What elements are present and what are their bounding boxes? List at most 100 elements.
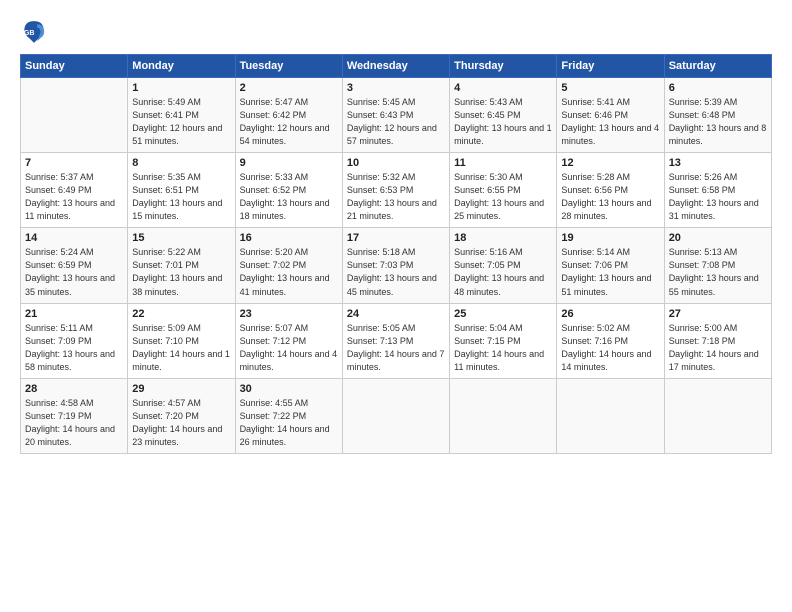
day-cell: 27 Sunrise: 5:00 AMSunset: 7:18 PMDayligh… — [664, 303, 771, 378]
day-cell: 9 Sunrise: 5:33 AMSunset: 6:52 PMDaylight… — [235, 153, 342, 228]
day-info: Sunrise: 5:47 AMSunset: 6:42 PMDaylight:… — [240, 96, 338, 148]
svg-text:GB: GB — [24, 30, 35, 37]
day-info: Sunrise: 5:20 AMSunset: 7:02 PMDaylight:… — [240, 246, 338, 298]
day-cell: 2 Sunrise: 5:47 AMSunset: 6:42 PMDaylight… — [235, 78, 342, 153]
day-cell — [342, 378, 449, 453]
day-cell: 28 Sunrise: 4:58 AMSunset: 7:19 PMDayligh… — [21, 378, 128, 453]
day-info: Sunrise: 5:11 AMSunset: 7:09 PMDaylight:… — [25, 322, 123, 374]
week-row-4: 21Sunrise: 5:11 AMSunset: 7:09 PMDayligh… — [21, 303, 772, 378]
calendar-page: GB SundayMondayTuesdayWednesdayThursdayF… — [0, 0, 792, 612]
day-cell: 29 Sunrise: 4:57 AMSunset: 7:20 PMDayligh… — [128, 378, 235, 453]
logo-icon: GB — [20, 18, 48, 46]
day-number: 18 — [454, 232, 552, 244]
day-number: 30 — [240, 383, 338, 395]
day-number: 11 — [454, 157, 552, 169]
day-cell: 23 Sunrise: 5:07 AMSunset: 7:12 PMDayligh… — [235, 303, 342, 378]
day-info: Sunrise: 5:22 AMSunset: 7:01 PMDaylight:… — [132, 246, 230, 298]
day-info: Sunrise: 5:30 AMSunset: 6:55 PMDaylight:… — [454, 171, 552, 223]
day-info: Sunrise: 4:55 AMSunset: 7:22 PMDaylight:… — [240, 397, 338, 449]
day-info: Sunrise: 4:57 AMSunset: 7:20 PMDaylight:… — [132, 397, 230, 449]
day-number: 15 — [132, 232, 230, 244]
day-number: 23 — [240, 308, 338, 320]
day-cell — [450, 378, 557, 453]
day-cell: 20 Sunrise: 5:13 AMSunset: 7:08 PMDayligh… — [664, 228, 771, 303]
day-info: Sunrise: 5:18 AMSunset: 7:03 PMDaylight:… — [347, 246, 445, 298]
day-info: Sunrise: 5:49 AMSunset: 6:41 PMDaylight:… — [132, 96, 230, 148]
day-number: 25 — [454, 308, 552, 320]
day-info: Sunrise: 5:43 AMSunset: 6:45 PMDaylight:… — [454, 96, 552, 148]
day-cell: 12Sunrise: 5:28 AMSunset: 6:56 PMDayligh… — [557, 153, 664, 228]
day-number: 16 — [240, 232, 338, 244]
day-cell: 17Sunrise: 5:18 AMSunset: 7:03 PMDayligh… — [342, 228, 449, 303]
header: GB — [20, 18, 772, 46]
day-info: Sunrise: 5:37 AMSunset: 6:49 PMDaylight:… — [25, 171, 123, 223]
day-cell: 7Sunrise: 5:37 AMSunset: 6:49 PMDaylight… — [21, 153, 128, 228]
day-info: Sunrise: 4:58 AMSunset: 7:19 PMDaylight:… — [25, 397, 123, 449]
day-cell: 6 Sunrise: 5:39 AMSunset: 6:48 PMDaylight… — [664, 78, 771, 153]
day-info: Sunrise: 5:05 AMSunset: 7:13 PMDaylight:… — [347, 322, 445, 374]
day-info: Sunrise: 5:24 AMSunset: 6:59 PMDaylight:… — [25, 246, 123, 298]
header-cell-saturday: Saturday — [664, 55, 771, 78]
day-cell: 22 Sunrise: 5:09 AMSunset: 7:10 PMDayligh… — [128, 303, 235, 378]
calendar-body: 1Sunrise: 5:49 AMSunset: 6:41 PMDaylight… — [21, 78, 772, 454]
day-info: Sunrise: 5:14 AMSunset: 7:06 PMDaylight:… — [561, 246, 659, 298]
day-number: 3 — [347, 82, 445, 94]
week-row-1: 1Sunrise: 5:49 AMSunset: 6:41 PMDaylight… — [21, 78, 772, 153]
header-cell-friday: Friday — [557, 55, 664, 78]
day-info: Sunrise: 5:09 AMSunset: 7:10 PMDaylight:… — [132, 322, 230, 374]
calendar-header: SundayMondayTuesdayWednesdayThursdayFrid… — [21, 55, 772, 78]
day-info: Sunrise: 5:41 AMSunset: 6:46 PMDaylight:… — [561, 96, 659, 148]
header-cell-sunday: Sunday — [21, 55, 128, 78]
day-cell: 21Sunrise: 5:11 AMSunset: 7:09 PMDayligh… — [21, 303, 128, 378]
day-info: Sunrise: 5:16 AMSunset: 7:05 PMDaylight:… — [454, 246, 552, 298]
day-cell: 15 Sunrise: 5:22 AMSunset: 7:01 PMDayligh… — [128, 228, 235, 303]
day-number: 4 — [454, 82, 552, 94]
header-cell-thursday: Thursday — [450, 55, 557, 78]
day-number: 9 — [240, 157, 338, 169]
day-info: Sunrise: 5:35 AMSunset: 6:51 PMDaylight:… — [132, 171, 230, 223]
day-cell — [21, 78, 128, 153]
day-number: 14 — [25, 232, 123, 244]
day-number: 28 — [25, 383, 123, 395]
header-cell-wednesday: Wednesday — [342, 55, 449, 78]
day-number: 26 — [561, 308, 659, 320]
day-info: Sunrise: 5:39 AMSunset: 6:48 PMDaylight:… — [669, 96, 767, 148]
day-cell — [664, 378, 771, 453]
day-info: Sunrise: 5:13 AMSunset: 7:08 PMDaylight:… — [669, 246, 767, 298]
day-cell: 19 Sunrise: 5:14 AMSunset: 7:06 PMDayligh… — [557, 228, 664, 303]
day-number: 10 — [347, 157, 445, 169]
day-info: Sunrise: 5:00 AMSunset: 7:18 PMDaylight:… — [669, 322, 767, 374]
week-row-3: 14 Sunrise: 5:24 AMSunset: 6:59 PMDayligh… — [21, 228, 772, 303]
day-number: 24 — [347, 308, 445, 320]
day-number: 5 — [561, 82, 659, 94]
day-number: 8 — [132, 157, 230, 169]
logo: GB — [20, 18, 52, 46]
day-cell: 3Sunrise: 5:45 AMSunset: 6:43 PMDaylight… — [342, 78, 449, 153]
day-cell: 8 Sunrise: 5:35 AMSunset: 6:51 PMDaylight… — [128, 153, 235, 228]
day-number: 2 — [240, 82, 338, 94]
day-cell: 30 Sunrise: 4:55 AMSunset: 7:22 PMDayligh… — [235, 378, 342, 453]
day-cell: 16 Sunrise: 5:20 AMSunset: 7:02 PMDayligh… — [235, 228, 342, 303]
day-number: 27 — [669, 308, 767, 320]
day-number: 6 — [669, 82, 767, 94]
day-info: Sunrise: 5:33 AMSunset: 6:52 PMDaylight:… — [240, 171, 338, 223]
day-number: 29 — [132, 383, 230, 395]
day-info: Sunrise: 5:26 AMSunset: 6:58 PMDaylight:… — [669, 171, 767, 223]
day-cell: 18 Sunrise: 5:16 AMSunset: 7:05 PMDayligh… — [450, 228, 557, 303]
day-info: Sunrise: 5:02 AMSunset: 7:16 PMDaylight:… — [561, 322, 659, 374]
day-info: Sunrise: 5:32 AMSunset: 6:53 PMDaylight:… — [347, 171, 445, 223]
week-row-5: 28 Sunrise: 4:58 AMSunset: 7:19 PMDayligh… — [21, 378, 772, 453]
day-info: Sunrise: 5:07 AMSunset: 7:12 PMDaylight:… — [240, 322, 338, 374]
day-number: 22 — [132, 308, 230, 320]
day-cell: 11 Sunrise: 5:30 AMSunset: 6:55 PMDayligh… — [450, 153, 557, 228]
day-number: 20 — [669, 232, 767, 244]
day-cell — [557, 378, 664, 453]
day-cell: 14 Sunrise: 5:24 AMSunset: 6:59 PMDayligh… — [21, 228, 128, 303]
header-cell-tuesday: Tuesday — [235, 55, 342, 78]
day-number: 13 — [669, 157, 767, 169]
week-row-2: 7Sunrise: 5:37 AMSunset: 6:49 PMDaylight… — [21, 153, 772, 228]
day-cell: 10 Sunrise: 5:32 AMSunset: 6:53 PMDayligh… — [342, 153, 449, 228]
day-number: 12 — [561, 157, 659, 169]
day-number: 19 — [561, 232, 659, 244]
day-cell: 25Sunrise: 5:04 AMSunset: 7:15 PMDayligh… — [450, 303, 557, 378]
